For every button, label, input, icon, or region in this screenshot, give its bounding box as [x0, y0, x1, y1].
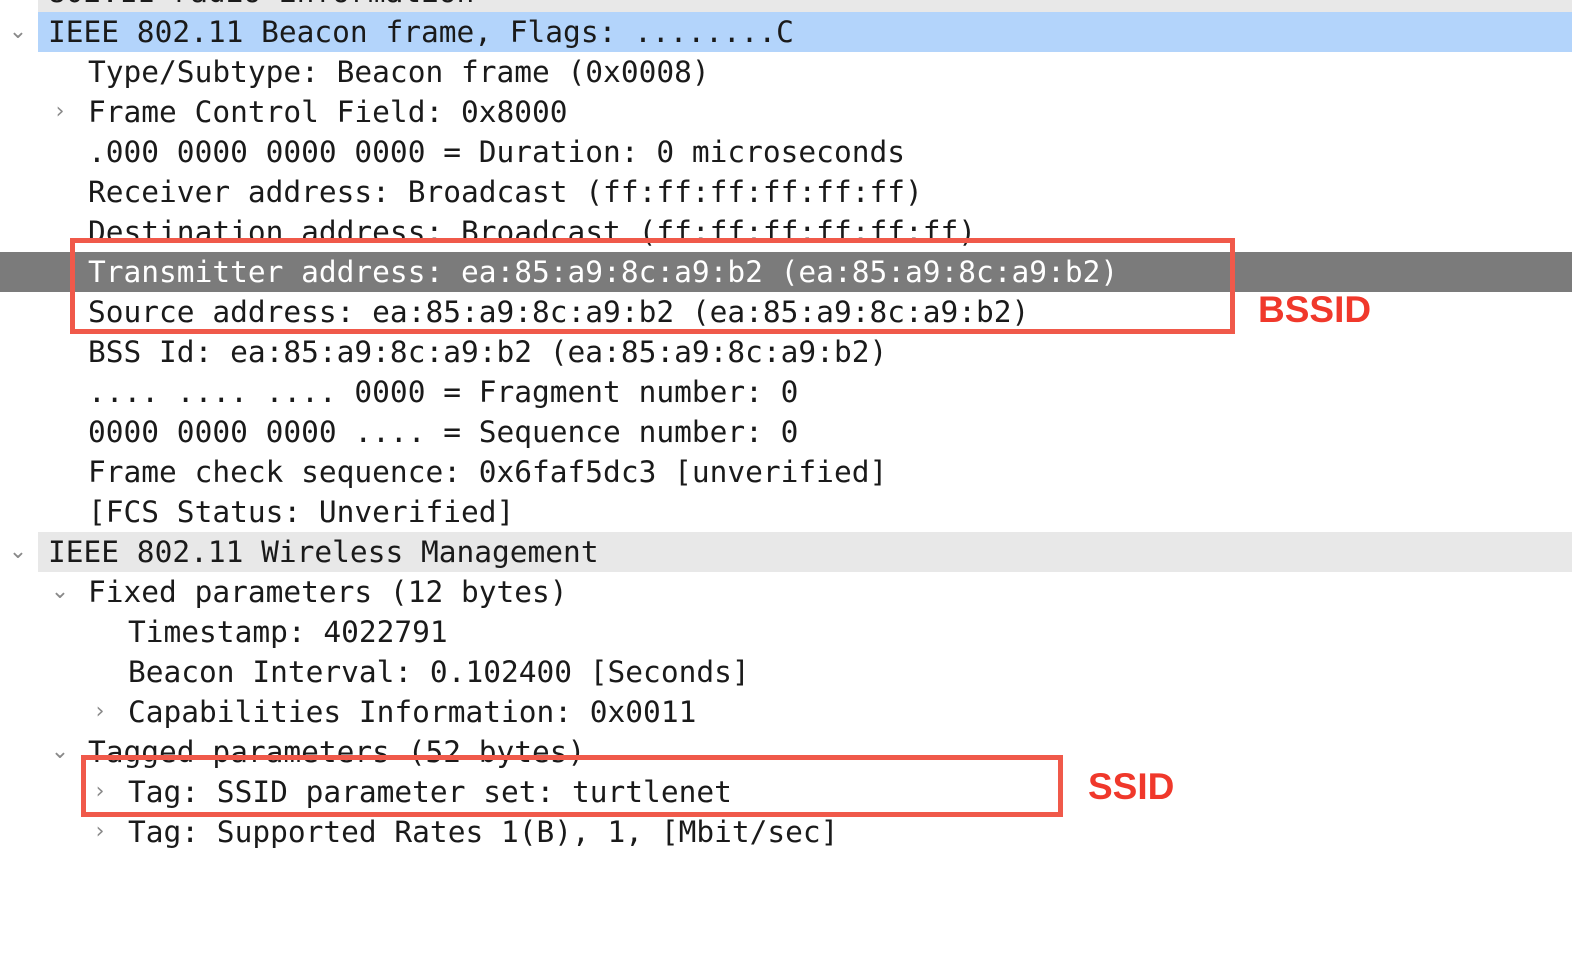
tree-row-bss-id[interactable]: BSS Id: ea:85:a9:8c:a9:b2 (ea:85:a9:8c:a… — [0, 332, 1572, 372]
tree-row-label: Receiver address: Broadcast (ff:ff:ff:ff… — [88, 175, 923, 209]
chevron-right-icon[interactable]: › — [90, 772, 110, 812]
tree-row-label: Frame check sequence: 0x6faf5dc3 [unveri… — [88, 455, 888, 489]
tree-row-fixed-parameters[interactable]: ⌄ Fixed parameters (12 bytes) — [0, 572, 1572, 612]
ssid-annotation-label: SSID — [1088, 766, 1175, 807]
chevron-down-icon[interactable]: ⌄ — [50, 732, 70, 772]
tree-row-label: Tag: SSID parameter set: turtlenet — [128, 775, 732, 809]
tree-row-label: Type/Subtype: Beacon frame (0x0008) — [88, 55, 710, 89]
tree-row-transmitter-address[interactable]: Transmitter address: ea:85:a9:8c:a9:b2 (… — [0, 252, 1572, 292]
tree-row-label: Timestamp: 4022791 — [128, 615, 448, 649]
tree-row-label: Capabilities Information: 0x0011 — [128, 695, 697, 729]
tree-row-frame-control[interactable]: › Frame Control Field: 0x8000 — [0, 92, 1572, 132]
tree-row-beacon-frame[interactable]: ⌄ IEEE 802.11 Beacon frame, Flags: .....… — [9, 12, 1572, 52]
tree-row-label: IEEE 802.11 Beacon frame, Flags: .......… — [48, 15, 794, 49]
tree-row-beacon-interval[interactable]: Beacon Interval: 0.102400 [Seconds] — [0, 652, 1572, 692]
packet-detail-tree: ⌄ IEEE 802.11 Beacon frame, Flags: .....… — [0, 0, 1572, 852]
tree-row-label: Source address: ea:85:a9:8c:a9:b2 (ea:85… — [88, 295, 1030, 329]
tree-row-fragment-number[interactable]: .... .... .... 0000 = Fragment number: 0 — [0, 372, 1572, 412]
tree-row-label: BSS Id: ea:85:a9:8c:a9:b2 (ea:85:a9:8c:a… — [88, 335, 888, 369]
chevron-down-icon[interactable]: ⌄ — [8, 532, 28, 572]
tree-row-ssid-tag[interactable]: › Tag: SSID parameter set: turtlenet — [0, 772, 1572, 812]
tree-row-label: Transmitter address: ea:85:a9:8c:a9:b2 (… — [88, 255, 1119, 289]
tree-row-duration[interactable]: .000 0000 0000 0000 = Duration: 0 micros… — [0, 132, 1572, 172]
tree-row-fcs-status[interactable]: [FCS Status: Unverified] — [0, 492, 1572, 532]
bssid-annotation-label: BSSID — [1258, 289, 1372, 330]
tree-row-label: .... .... .... 0000 = Fragment number: 0 — [88, 375, 799, 409]
tree-row-label: Frame Control Field: 0x8000 — [88, 95, 568, 129]
tree-row-receiver-address[interactable]: Receiver address: Broadcast (ff:ff:ff:ff… — [0, 172, 1572, 212]
tree-row-tagged-parameters[interactable]: ⌄ Tagged parameters (52 bytes) — [0, 732, 1572, 772]
tree-row-capabilities[interactable]: › Capabilities Information: 0x0011 — [0, 692, 1572, 732]
tree-row-label: .000 0000 0000 0000 = Duration: 0 micros… — [88, 135, 905, 169]
tree-row-destination-address[interactable]: Destination address: Broadcast (ff:ff:ff… — [0, 212, 1572, 252]
chevron-right-icon[interactable]: › — [50, 92, 70, 132]
tree-row-timestamp[interactable]: Timestamp: 4022791 — [0, 612, 1572, 652]
tree-row-label: Destination address: Broadcast (ff:ff:ff… — [88, 215, 977, 249]
tree-row-label: Beacon Interval: 0.102400 [Seconds] — [128, 655, 750, 689]
chevron-right-icon[interactable]: › — [90, 692, 110, 732]
tree-row-label: [FCS Status: Unverified] — [88, 495, 515, 529]
chevron-right-icon[interactable]: › — [90, 812, 110, 852]
tree-row-label: Tagged parameters (52 bytes) — [88, 735, 586, 769]
tree-row-supported-rates[interactable]: › Tag: Supported Rates 1(B), 1, [Mbit/se… — [0, 812, 1572, 852]
tree-row-sequence-number[interactable]: 0000 0000 0000 .... = Sequence number: 0 — [0, 412, 1572, 452]
chevron-down-icon[interactable]: ⌄ — [50, 572, 70, 612]
tree-row-label: Tag: Supported Rates 1(B), 1, [Mbit/sec] — [128, 815, 839, 849]
tree-row-frame-check-sequence[interactable]: Frame check sequence: 0x6faf5dc3 [unveri… — [0, 452, 1572, 492]
chevron-down-icon[interactable]: ⌄ — [8, 12, 28, 52]
tree-row-type-subtype[interactable]: Type/Subtype: Beacon frame (0x0008) — [0, 52, 1572, 92]
tree-row-wireless-management[interactable]: ⌄ IEEE 802.11 Wireless Management — [9, 532, 1572, 572]
tree-row-label: IEEE 802.11 Wireless Management — [48, 535, 599, 569]
tree-row-label: 0000 0000 0000 .... = Sequence number: 0 — [88, 415, 799, 449]
tree-row-label: Fixed parameters (12 bytes) — [88, 575, 568, 609]
